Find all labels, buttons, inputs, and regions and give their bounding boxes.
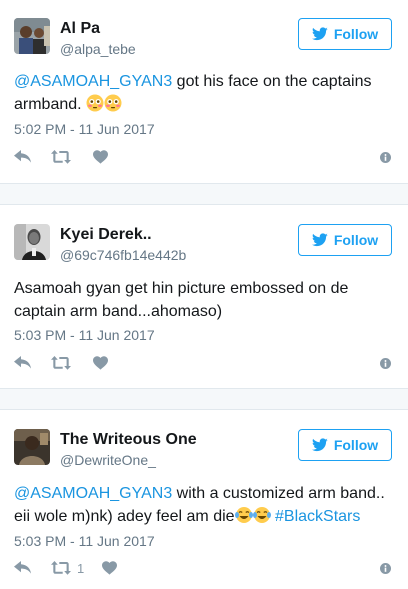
user-handle[interactable]: @DewriteOne_ bbox=[60, 452, 156, 468]
follow-label: Follow bbox=[333, 26, 379, 42]
twitter-bird-icon bbox=[311, 233, 328, 247]
twitter-bird-icon bbox=[311, 438, 328, 452]
reply-icon bbox=[14, 561, 31, 574]
retweet-icon bbox=[51, 356, 71, 370]
retweet-icon bbox=[51, 150, 71, 164]
info-button[interactable] bbox=[380, 148, 391, 166]
tweet-text-line2: armband. bbox=[14, 96, 82, 113]
like-heart-icon bbox=[102, 561, 117, 575]
follow-button[interactable]: Follow bbox=[298, 224, 392, 256]
follow-button[interactable]: Follow bbox=[298, 429, 392, 461]
timestamp[interactable]: 5:02 PM - 11 Jun 2017 bbox=[14, 121, 155, 137]
info-button[interactable] bbox=[380, 559, 391, 577]
tweet-text-line2: captain arm band...ahomaso) bbox=[14, 303, 223, 320]
flushed-face-emoji-icon bbox=[86, 94, 104, 112]
tweet-card: Al Pa @alpa_tebe Follow @ASAMOAH_GYAN3 g… bbox=[0, 0, 408, 183]
action-bar bbox=[14, 354, 394, 372]
tears-of-joy-emoji-icon bbox=[252, 507, 271, 523]
retweet-button[interactable]: 1 bbox=[51, 559, 84, 577]
tweet-feed: Al Pa @alpa_tebe Follow @ASAMOAH_GYAN3 g… bbox=[0, 0, 408, 589]
tweet-separator bbox=[0, 183, 408, 205]
info-icon bbox=[380, 151, 391, 163]
mention-link[interactable]: @ASAMOAH_GYAN3 bbox=[14, 485, 172, 502]
follow-button[interactable]: Follow bbox=[298, 18, 392, 50]
retweet-button[interactable] bbox=[51, 148, 77, 166]
retweet-count: 1 bbox=[77, 560, 85, 576]
reply-icon bbox=[14, 356, 31, 369]
tweet-text: Asamoah gyan get hin picture embossed on… bbox=[14, 277, 394, 323]
hashtag-link[interactable]: #BlackStars bbox=[275, 508, 360, 525]
avatar[interactable] bbox=[14, 429, 50, 465]
tweet-text: @ASAMOAH_GYAN3 got his face on the capta… bbox=[14, 70, 394, 116]
tweet-text-line1: with a customized arm band.. bbox=[172, 485, 385, 502]
tweet-card: Kyei Derek.. @69c746fb14e442b Follow Asa… bbox=[0, 205, 408, 388]
info-button[interactable] bbox=[380, 354, 391, 372]
like-button[interactable] bbox=[93, 148, 108, 166]
mention-link[interactable]: @ASAMOAH_GYAN3 bbox=[14, 73, 172, 90]
tears-of-joy-emoji-icon bbox=[234, 507, 253, 523]
tweet-separator bbox=[0, 388, 408, 410]
tweet-text-line1: Asamoah gyan get hin picture embossed on… bbox=[14, 280, 349, 297]
tweet-text-line1: got his face on the captains bbox=[172, 73, 372, 90]
like-button[interactable] bbox=[102, 559, 117, 577]
retweet-button[interactable] bbox=[51, 354, 77, 372]
display-name[interactable]: The Writeous One bbox=[60, 431, 197, 449]
action-bar: 1 bbox=[14, 559, 394, 577]
like-heart-icon bbox=[93, 150, 108, 164]
like-button[interactable] bbox=[93, 354, 108, 372]
timestamp[interactable]: 5:03 PM - 11 Jun 2017 bbox=[14, 327, 155, 343]
follow-label: Follow bbox=[333, 232, 379, 248]
avatar[interactable] bbox=[14, 224, 50, 260]
action-bar bbox=[14, 148, 394, 166]
retweet-icon bbox=[51, 561, 71, 575]
follow-label: Follow bbox=[333, 437, 379, 453]
tweet-text-line2: eii wole m)nk) adey feel am die bbox=[14, 508, 235, 525]
tweet-text: @ASAMOAH_GYAN3 with a customized arm ban… bbox=[14, 482, 394, 528]
info-icon bbox=[380, 562, 391, 574]
user-handle[interactable]: @alpa_tebe bbox=[60, 41, 136, 57]
like-heart-icon bbox=[93, 356, 108, 370]
reply-button[interactable] bbox=[14, 354, 32, 372]
reply-button[interactable] bbox=[14, 559, 32, 577]
twitter-bird-icon bbox=[311, 27, 328, 41]
timestamp[interactable]: 5:03 PM - 11 Jun 2017 bbox=[14, 533, 155, 549]
info-icon bbox=[380, 357, 391, 369]
tweet-card: The Writeous One @DewriteOne_ Follow @AS… bbox=[0, 410, 408, 589]
user-handle[interactable]: @69c746fb14e442b bbox=[60, 247, 186, 263]
avatar[interactable] bbox=[14, 18, 50, 54]
display-name[interactable]: Al Pa bbox=[60, 20, 100, 38]
reply-icon bbox=[14, 150, 31, 163]
flushed-face-emoji-icon bbox=[104, 94, 122, 112]
display-name[interactable]: Kyei Derek.. bbox=[60, 226, 152, 244]
reply-button[interactable] bbox=[14, 148, 32, 166]
